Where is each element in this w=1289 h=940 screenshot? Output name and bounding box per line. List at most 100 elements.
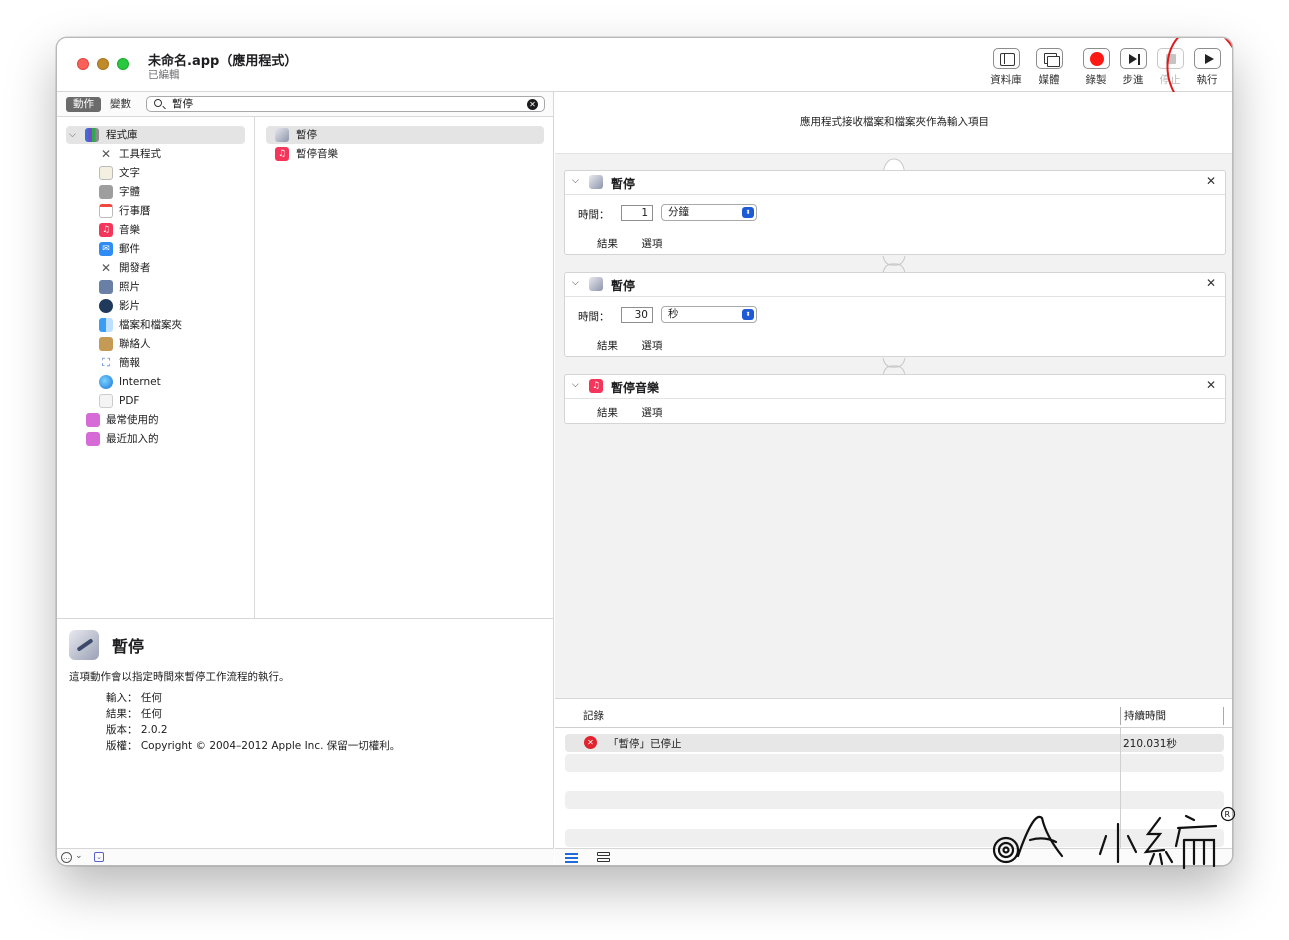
results-button[interactable]: 結果 — [597, 340, 618, 352]
column-divider — [1120, 728, 1121, 849]
result-value: 任何 — [140, 708, 162, 720]
options-button[interactable]: 選項 — [641, 407, 662, 419]
description-version: 版本： 2.0.2 — [106, 722, 168, 737]
action-item-pause-music[interactable]: ♫ 暫停音樂 — [266, 145, 544, 163]
sidebar-item-label: 檔案和檔案夾 — [119, 319, 182, 331]
log-header: 記錄 持續時間 — [555, 699, 1232, 728]
description-copyright: 版權： Copyright © 2004–2012 Apple Inc. 保留一… — [106, 738, 400, 753]
zoom-window-button[interactable] — [117, 58, 129, 70]
log-row-empty — [565, 754, 1224, 772]
input-label: 輸入： — [106, 692, 138, 704]
time-unit-value: 秒 — [668, 308, 679, 320]
mail-icon: ✉ — [99, 242, 113, 256]
time-unit-select[interactable]: 秒 ⬍ — [661, 306, 757, 323]
quicktime-icon — [99, 299, 113, 313]
column-divider[interactable] — [1223, 707, 1224, 725]
chevron-down-icon[interactable]: ⌵ — [572, 176, 579, 186]
title-bar: 未命名.app（應用程式） 已編輯 資料庫 媒體 錄製 步進 停止 執行 — [57, 38, 1232, 124]
close-icon[interactable]: ✕ — [1206, 174, 1216, 188]
column-divider[interactable] — [1120, 707, 1121, 725]
time-label: 時間： — [578, 209, 610, 221]
library-root-label: 程式庫 — [106, 129, 138, 141]
minimize-window-button[interactable] — [97, 58, 109, 70]
library-button[interactable]: 資料庫 — [983, 48, 1029, 88]
options-button[interactable]: 選項 — [641, 238, 662, 250]
log-row-empty — [565, 791, 1224, 809]
action-item-pause[interactable]: 暫停 — [266, 126, 544, 144]
connector-icon — [882, 358, 906, 375]
sidebar-item-label: 文字 — [119, 167, 140, 179]
sidebar-item-label: 最常使用的 — [106, 414, 159, 426]
media-button[interactable]: 媒體 — [1026, 48, 1072, 88]
sidebar-item-label: 影片 — [119, 300, 140, 312]
finder-icon — [99, 318, 113, 332]
copyright-value: Copyright © 2004–2012 Apple Inc. 保留一切權利。 — [140, 740, 401, 752]
library-icon — [85, 128, 99, 142]
copyright-label: 版權： — [106, 740, 138, 752]
options-button[interactable]: 選項 — [641, 340, 662, 352]
sidebar-item-label: 郵件 — [119, 243, 140, 255]
close-window-button[interactable] — [77, 58, 89, 70]
connector-icon — [882, 256, 906, 273]
list-view-icon[interactable] — [565, 853, 578, 863]
calendar-icon — [99, 204, 113, 218]
media-label: 媒體 — [1038, 74, 1060, 86]
chevron-down-icon[interactable]: ⌄ — [75, 851, 83, 861]
sidebar-item-label: 行事曆 — [119, 205, 151, 217]
close-icon[interactable]: ✕ — [1206, 276, 1216, 290]
log-row[interactable]: ✕ 「暫停」已停止 210.031秒 — [565, 734, 1224, 752]
action-footer: 結果 選項 — [597, 338, 682, 353]
duration-column-header[interactable]: 持續時間 — [1124, 708, 1166, 723]
tab-actions[interactable]: 動作 — [66, 97, 101, 112]
version-value: 2.0.2 — [140, 724, 168, 736]
chevron-down-icon[interactable]: ⌵ — [572, 278, 579, 288]
time-value-input[interactable]: 1 — [621, 205, 653, 221]
more-options-icon[interactable]: … — [61, 852, 72, 863]
rows-view-icon[interactable] — [597, 852, 610, 864]
description-toggle-icon[interactable]: ⌄ — [94, 852, 104, 862]
sidebar-item-label: 工具程式 — [119, 148, 161, 160]
tab-variables[interactable]: 變數 — [110, 97, 131, 112]
results-button[interactable]: 結果 — [597, 407, 618, 419]
chevron-down-icon[interactable]: ⌵ — [572, 380, 579, 390]
results-button[interactable]: 結果 — [597, 238, 618, 250]
search-input[interactable]: 暫停 ✕ — [146, 96, 545, 112]
sidebar-item-label: 字體 — [119, 186, 140, 198]
library-root[interactable]: ⌵ 程式庫 — [66, 126, 245, 144]
library-list: ⌵ 程式庫 ✕ 工具程式 文字 字體 行事曆 ♫ 音樂 ✉ 郵件 ✕ 開發者 照… — [57, 117, 255, 618]
select-arrows-icon: ⬍ — [742, 309, 754, 320]
music-icon: ♫ — [99, 223, 113, 237]
log-column-header[interactable]: 記錄 — [583, 708, 604, 723]
sidebar-item-label: 簡報 — [119, 357, 140, 369]
sidebar-item-label: Internet — [119, 376, 161, 388]
action-title: 暫停音樂 — [611, 381, 660, 395]
time-value-input[interactable]: 30 — [621, 307, 653, 323]
library-label: 資料庫 — [990, 74, 1022, 86]
action-title: 暫停 — [611, 279, 636, 293]
globe-icon — [99, 375, 113, 389]
workflow-area: 應用程式接收檔案和檔案夾作為輸入項目 ⌵ 暫停 ✕ 時間： 1 分鐘 ⬍ 結果 … — [555, 92, 1232, 849]
description-input: 輸入： 任何 — [106, 690, 162, 705]
action-title: 暫停 — [611, 177, 636, 191]
pdf-icon — [99, 394, 113, 408]
clear-search-icon[interactable]: ✕ — [527, 99, 538, 110]
log-panel: 記錄 持續時間 ✕ 「暫停」已停止 210.031秒 — [555, 698, 1232, 849]
time-unit-select[interactable]: 分鐘 ⬍ — [661, 204, 757, 221]
version-label: 版本： — [106, 724, 138, 736]
run-button[interactable]: 執行 — [1184, 48, 1230, 88]
sidebar-item-label: 照片 — [119, 281, 140, 293]
sidebar-item-label: 開發者 — [119, 262, 151, 274]
select-arrows-icon: ⬍ — [742, 207, 754, 218]
action-footer: 結果 選項 — [597, 405, 682, 420]
input-value: 任何 — [140, 692, 162, 704]
search-icon — [154, 99, 162, 107]
window-subtitle: 已編輯 — [148, 69, 180, 81]
close-icon[interactable]: ✕ — [1206, 378, 1216, 392]
pause-action-icon — [275, 128, 289, 142]
search-bar: 動作 變數 暫停 ✕ — [57, 92, 553, 117]
search-value: 暫停 — [172, 98, 193, 110]
play-icon — [1193, 48, 1221, 69]
workflow-action-3: ⌵ ♫ 暫停音樂 ✕ 結果 選項 — [564, 374, 1226, 424]
error-icon: ✕ — [584, 736, 597, 749]
developer-tools-icon: ✕ — [100, 261, 112, 275]
